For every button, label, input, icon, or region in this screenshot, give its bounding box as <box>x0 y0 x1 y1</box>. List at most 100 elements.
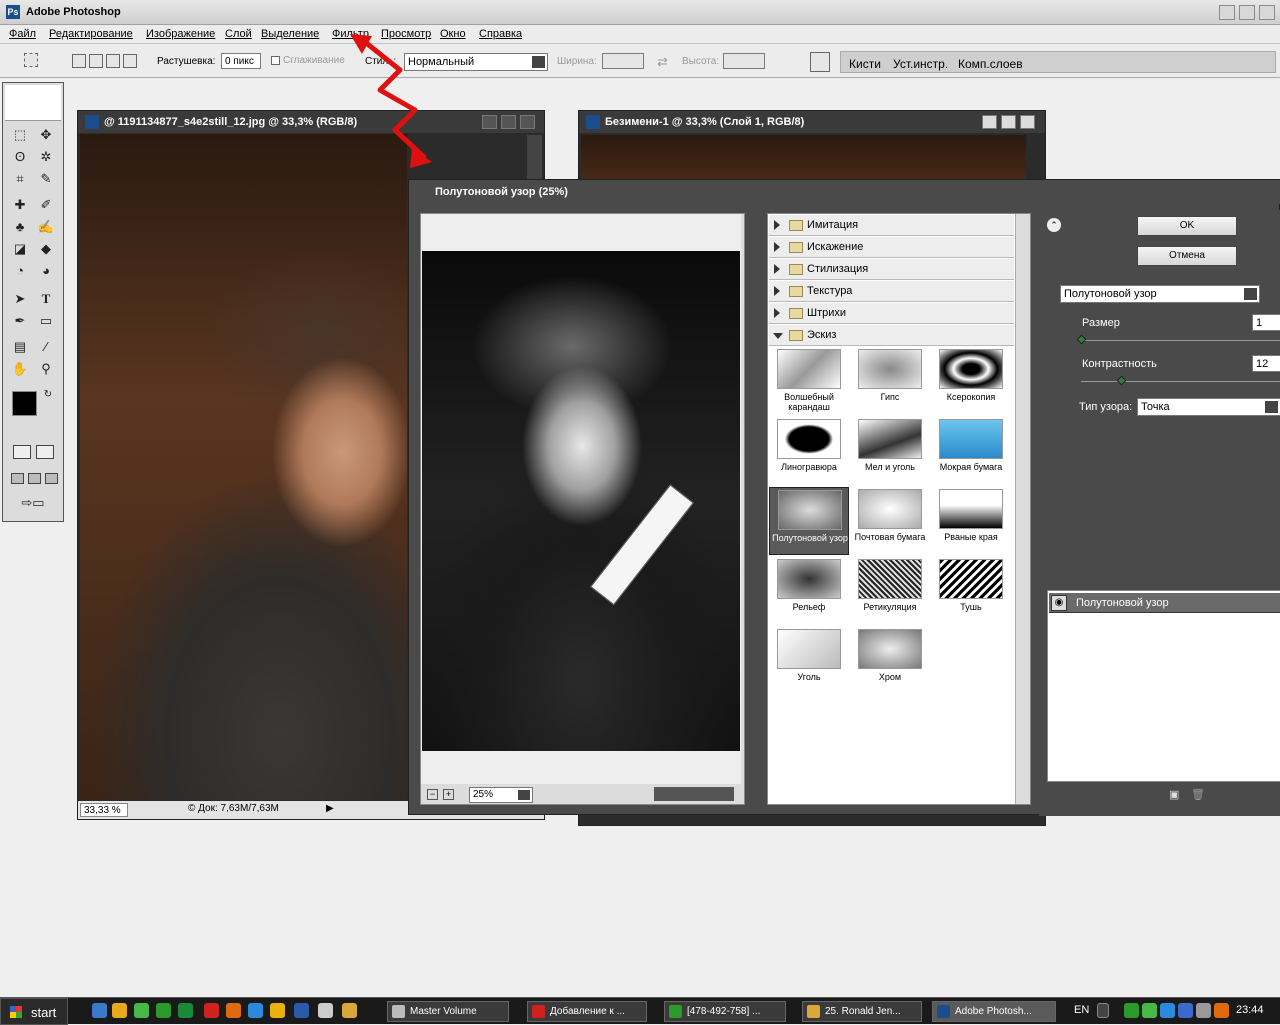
rectangle-tool-icon[interactable]: ▭ <box>35 311 57 331</box>
menu-layer[interactable]: Слой <box>225 28 252 40</box>
filter-list-scrollbar[interactable] <box>1015 214 1030 804</box>
taskbar-button[interactable]: Добавление к ... <box>527 1001 647 1022</box>
quicklaunch-icon[interactable] <box>318 1003 333 1018</box>
taskbar-button[interactable]: 25. Ronald Jen... <box>802 1001 922 1022</box>
quicklaunch-icon[interactable] <box>178 1003 193 1018</box>
document-1-minimize-button[interactable] <box>482 115 497 129</box>
quick-mask-icon[interactable] <box>36 445 54 459</box>
intersect-selection-icon[interactable] <box>123 54 137 68</box>
language-indicator[interactable]: EN <box>1074 1004 1089 1016</box>
taskbar-button[interactable]: [478-492-758] ... <box>664 1001 786 1022</box>
zoom-out-button[interactable]: − <box>427 789 438 800</box>
width-input[interactable] <box>602 53 644 69</box>
document-1-close-button[interactable] <box>520 115 535 129</box>
eye-icon[interactable]: ◉ <box>1051 595 1067 611</box>
lasso-tool-icon[interactable]: ʘ <box>9 147 31 167</box>
taskbar-button[interactable]: Master Volume <box>387 1001 509 1022</box>
status-menu-arrow-icon[interactable]: ▶ <box>326 803 334 814</box>
healing-brush-icon[interactable]: ✚ <box>9 195 31 215</box>
category-brush-strokes[interactable]: Штрихи <box>769 303 1014 324</box>
size-input[interactable]: 1 <box>1252 314 1280 331</box>
filter-thumb[interactable]: Хром <box>850 627 930 695</box>
screen-mode-full-icon[interactable] <box>45 473 58 484</box>
eraser-tool-icon[interactable]: ◪ <box>9 239 31 259</box>
preview-h-scrollbar[interactable] <box>654 787 734 801</box>
menu-select[interactable]: Выделение <box>261 28 319 40</box>
filter-thumb[interactable]: Линогравюра <box>769 417 849 485</box>
eyedropper-icon[interactable]: ⁄ <box>35 337 57 357</box>
contrast-input[interactable]: 12 <box>1252 355 1280 372</box>
filter-thumb[interactable]: Рваные края <box>931 487 1011 555</box>
filter-thumb[interactable]: Ксерокопия <box>931 347 1011 415</box>
quicklaunch-icon[interactable] <box>342 1003 357 1018</box>
marquee-tool-icon[interactable]: ⬚ <box>9 125 31 145</box>
history-brush-icon[interactable]: ✍ <box>35 217 57 237</box>
taskbar-button-active[interactable]: Adobe Photosh... <box>932 1001 1056 1022</box>
category-distort[interactable]: Искажение <box>769 237 1014 258</box>
zoom-in-button[interactable]: + <box>443 789 454 800</box>
foreground-color[interactable] <box>12 391 37 416</box>
dodge-tool-icon[interactable]: ◕ <box>35 261 57 281</box>
quicklaunch-icon[interactable] <box>226 1003 241 1018</box>
tray-icon[interactable] <box>1124 1003 1139 1018</box>
magic-wand-icon[interactable]: ✲ <box>35 147 57 167</box>
category-sketch[interactable]: Эскиз <box>769 325 1014 346</box>
filter-thumb[interactable]: Рельеф <box>769 557 849 625</box>
ok-button[interactable]: OK <box>1137 216 1237 236</box>
menu-help[interactable]: Справка <box>479 28 522 40</box>
close-button[interactable] <box>1259 5 1275 20</box>
new-selection-icon[interactable] <box>72 54 86 68</box>
filter-thumb[interactable]: Гипс <box>850 347 930 415</box>
pattern-type-select[interactable]: Точка <box>1137 398 1280 416</box>
quicklaunch-icon[interactable] <box>294 1003 309 1018</box>
category-artistic[interactable]: Имитация <box>769 215 1014 236</box>
path-select-icon[interactable]: ➤ <box>9 289 31 309</box>
antialias-checkbox[interactable] <box>271 56 280 65</box>
slice-tool-icon[interactable]: ✎ <box>35 169 57 189</box>
filter-thumb[interactable]: Мокрая бумага <box>931 417 1011 485</box>
start-button[interactable]: start <box>0 998 68 1025</box>
tab-brushes[interactable]: Кисти <box>849 57 881 71</box>
palette-well-icon[interactable] <box>810 52 830 72</box>
quicklaunch-icon[interactable] <box>156 1003 171 1018</box>
filter-thumb[interactable]: Ретикуляция <box>850 557 930 625</box>
document-2-maximize-button[interactable] <box>1001 115 1016 129</box>
menu-image[interactable]: Изображение <box>146 28 215 40</box>
filter-thumb[interactable]: Уголь <box>769 627 849 695</box>
imageready-icon[interactable]: ⇨▭ <box>11 493 55 513</box>
feather-input[interactable]: 0 пикс <box>221 53 261 69</box>
quicklaunch-icon[interactable] <box>134 1003 149 1018</box>
preview-scrollbar[interactable] <box>741 214 744 784</box>
quicklaunch-icon[interactable] <box>112 1003 127 1018</box>
screen-mode-standard-icon[interactable] <box>11 473 24 484</box>
standard-mode-icon[interactable] <box>13 445 31 459</box>
contrast-slider-knob[interactable] <box>1116 375 1127 386</box>
cancel-button[interactable]: Отмена <box>1137 246 1237 266</box>
quicklaunch-icon[interactable] <box>270 1003 285 1018</box>
add-selection-icon[interactable] <box>89 54 103 68</box>
marquee-preset-icon[interactable] <box>24 53 38 67</box>
tray-arrow-icon[interactable] <box>1097 1003 1109 1018</box>
size-slider[interactable] <box>1081 340 1280 341</box>
contrast-slider[interactable] <box>1081 381 1280 382</box>
move-tool-icon[interactable]: ✥ <box>35 125 57 145</box>
filter-thumb[interactable]: Тушь <box>931 557 1011 625</box>
filter-thumb[interactable]: Почтовая бумага <box>850 487 930 555</box>
delete-effect-layer-icon[interactable]: 🗑 <box>1191 788 1205 801</box>
crop-tool-icon[interactable]: ⌗ <box>9 169 31 189</box>
filter-thumb[interactable]: Волшебный карандаш <box>769 347 849 415</box>
type-tool-icon[interactable]: T <box>35 289 57 309</box>
subtract-selection-icon[interactable] <box>106 54 120 68</box>
effect-layer-row[interactable]: ◉ Полутоновой узор <box>1049 593 1280 613</box>
pen-tool-icon[interactable]: ✒ <box>9 311 31 331</box>
tray-icon[interactable] <box>1178 1003 1193 1018</box>
tray-icon[interactable] <box>1214 1003 1229 1018</box>
quicklaunch-icon[interactable] <box>248 1003 263 1018</box>
category-stylize[interactable]: Стилизация <box>769 259 1014 280</box>
zoom-tool-icon[interactable]: ⚲ <box>35 359 57 379</box>
menu-file[interactable]: Файл <box>9 28 36 40</box>
tray-icon[interactable] <box>1196 1003 1211 1018</box>
preview-zoom-select[interactable]: 25% <box>469 787 533 803</box>
filter-thumb[interactable]: Мел и уголь <box>850 417 930 485</box>
tray-icon[interactable] <box>1142 1003 1157 1018</box>
